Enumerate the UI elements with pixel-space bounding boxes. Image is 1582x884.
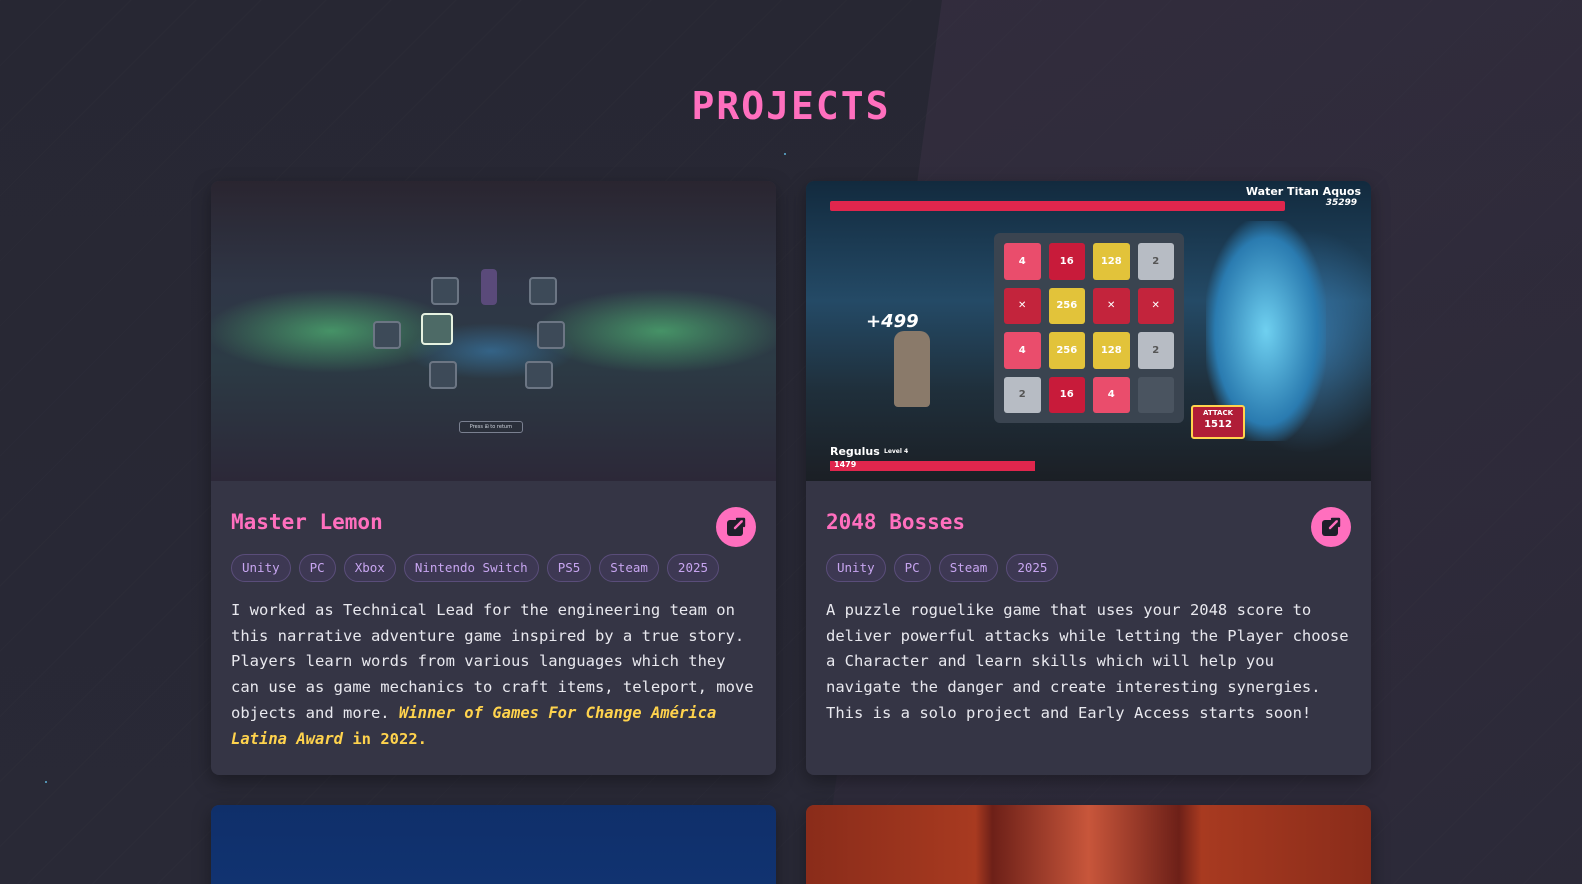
board-tile: 2 (1137, 332, 1174, 369)
tag: 2025 (1006, 554, 1059, 582)
award-suffix: in 2022. (352, 729, 427, 748)
blocked-tile-icon: ✕ (1004, 287, 1041, 324)
tag: Nintendo Switch (403, 554, 539, 582)
player-character (894, 331, 930, 407)
board-tile: 256 (1048, 287, 1085, 324)
boss-hp: 35299 (1325, 198, 1357, 208)
project-description: I worked as Technical Lead for the engin… (231, 598, 756, 752)
board-tile: 2 (1004, 376, 1041, 413)
board-tile: 2 (1137, 243, 1174, 280)
projects-page: PROJECTS Press ⊞ to return Master Lemon (0, 0, 1582, 884)
boss-name: Water Titan Aquos (1245, 185, 1361, 198)
blocked-tile-icon: ✕ (1093, 287, 1130, 324)
board-tile: 128 (1093, 332, 1130, 369)
board-tile: 4 (1004, 243, 1041, 280)
board-tile: 16 (1048, 243, 1085, 280)
tag: Xbox (343, 554, 396, 582)
external-link-icon (1322, 517, 1341, 536)
puzzle-board: 4 16 128 2 ✕ 256 ✕ ✕ 4 256 128 2 2 16 4 (994, 233, 1184, 423)
project-card-partial (211, 805, 776, 884)
tag: Unity (826, 554, 886, 582)
tag: PC (893, 554, 931, 582)
project-card-master-lemon: Press ⊞ to return Master Lemon Unity PC … (211, 181, 776, 775)
player-hp: 1479 (834, 460, 857, 469)
inventory-slot-selected (421, 313, 453, 345)
player-name: Regulus (830, 445, 880, 458)
player-health-bar (830, 461, 1035, 471)
board-tile (1137, 376, 1174, 413)
boss-health-bar (830, 201, 1285, 211)
tag-list: Unity PC Xbox Nintendo Switch PS5 Steam … (231, 554, 756, 582)
attack-badge: ATTACK 1512 (1191, 405, 1245, 439)
inventory-slot (529, 277, 557, 305)
tag: Unity (231, 554, 291, 582)
attack-label: ATTACK (1202, 409, 1234, 417)
board-tile: 4 (1004, 332, 1041, 369)
tag: PC (298, 554, 336, 582)
project-title: Master Lemon (231, 510, 383, 534)
award-prefix: Winner of (398, 703, 483, 722)
tag-list: Unity PC Steam 2025 (826, 554, 1351, 582)
board-tile: 128 (1093, 243, 1130, 280)
project-screenshot[interactable] (806, 805, 1371, 884)
project-description: A puzzle roguelike game that uses your 2… (826, 601, 1349, 722)
tag: Steam (938, 554, 999, 582)
section-title: PROJECTS (691, 84, 891, 128)
external-link-icon (727, 517, 746, 536)
board-tile: 16 (1048, 376, 1085, 413)
decor-dot (45, 781, 47, 783)
tag: 2025 (666, 554, 720, 582)
external-link-button[interactable] (1311, 507, 1351, 547)
attack-value: 1512 (1204, 419, 1232, 430)
inventory-slot (537, 321, 565, 349)
board-tile: 256 (1048, 332, 1085, 369)
project-card-2048-bosses: Water Titan Aquos 35299 +499 4 16 128 2 … (806, 181, 1371, 775)
project-card-partial (806, 805, 1371, 884)
blocked-tile-icon: ✕ (1137, 287, 1174, 324)
player-character (481, 269, 497, 305)
board-tile: 4 (1093, 376, 1130, 413)
project-screenshot[interactable]: Press ⊞ to return (211, 181, 776, 481)
player-level: Level 4 (884, 448, 909, 455)
inventory-slot (373, 321, 401, 349)
decor-dot (784, 153, 786, 155)
damage-popup: +499 (866, 311, 919, 332)
tag: PS5 (546, 554, 592, 582)
return-hint: Press ⊞ to return (459, 421, 523, 433)
inventory-slot (525, 361, 553, 389)
inventory-slot (431, 277, 459, 305)
project-screenshot[interactable]: Water Titan Aquos 35299 +499 4 16 128 2 … (806, 181, 1371, 481)
external-link-button[interactable] (716, 507, 756, 547)
tag: Steam (599, 554, 659, 582)
project-screenshot[interactable] (211, 805, 776, 884)
project-title: 2048 Bosses (826, 510, 966, 534)
inventory-slot (429, 361, 457, 389)
